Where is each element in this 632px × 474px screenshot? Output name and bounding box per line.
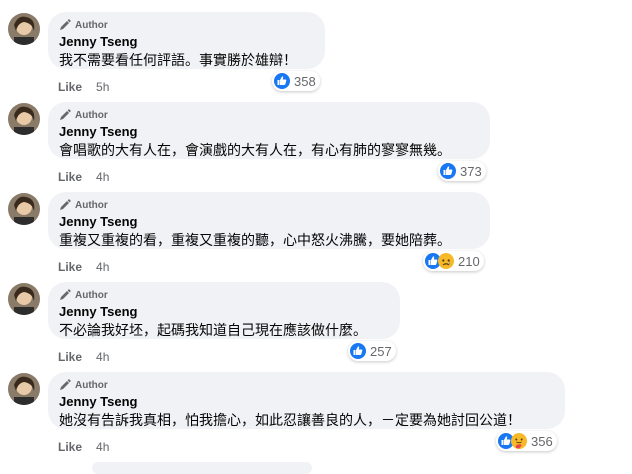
comment-text: 不必論我好坯，起碼我知道自己現在應該做什麼。: [59, 322, 367, 338]
pen-icon: [60, 109, 71, 120]
commenter-name[interactable]: Jenny Tseng: [59, 124, 478, 140]
avatar[interactable]: [8, 13, 40, 45]
avatar[interactable]: [8, 283, 40, 315]
reaction-summary[interactable]: 356: [496, 431, 557, 451]
comment-text: 她沒有告訴我真相，怕我擔心，如此忍讓善良的人，－定要為她討回公道！: [59, 412, 521, 428]
reaction-count: 210: [458, 253, 480, 269]
reaction-summary[interactable]: 358: [272, 71, 320, 91]
comment-text: 會唱歌的大有人在，會演戲的大有人在，有心有肺的寥寥無幾。: [59, 142, 451, 158]
like-reaction-icon: [274, 73, 290, 89]
comment-bubble: Author Jenny Tseng 我不需要看任何評語。事實勝於雄辯！: [48, 12, 325, 69]
author-badge: Author: [59, 18, 313, 32]
commenter-name[interactable]: Jenny Tseng: [59, 304, 388, 320]
commenter-name[interactable]: Jenny Tseng: [59, 394, 553, 410]
next-comment-bubble: [92, 462, 312, 474]
comment-item: Author Jenny Tseng 不必論我好坯，起碼我知道自己現在應該做什麼…: [0, 270, 632, 364]
reaction-count: 257: [370, 343, 392, 359]
comment-text: 重複又重複的看，重複又重複的聽，心中怒火沸騰，要她陪葬。: [59, 232, 451, 248]
reaction-count: 358: [294, 73, 316, 89]
care-reaction-icon: [511, 433, 527, 449]
reaction-summary[interactable]: 210: [423, 251, 484, 271]
pen-icon: [60, 289, 71, 300]
pen-icon: [60, 379, 71, 390]
author-badge: Author: [59, 108, 478, 122]
pen-icon: [60, 199, 71, 210]
comment-item: Author Jenny Tseng 我不需要看任何評語。事實勝於雄辯！ 358…: [0, 0, 632, 94]
pen-icon: [60, 19, 71, 30]
commenter-name[interactable]: Jenny Tseng: [59, 34, 313, 50]
sad-reaction-icon: [438, 253, 454, 269]
comment-item: Author Jenny Tseng 會唱歌的大有人在，會演戲的大有人在，有心有…: [0, 90, 632, 184]
like-reaction-icon: [440, 163, 456, 179]
comment-item: Author Jenny Tseng 重複又重複的看，重複又重複的聽，心中怒火沸…: [0, 180, 632, 274]
comment-item: Author Jenny Tseng 她沒有告訴我真相，怕我擔心，如此忍讓善良的…: [0, 360, 632, 454]
author-badge: Author: [59, 198, 478, 212]
comment-bubble: Author Jenny Tseng 不必論我好坯，起碼我知道自己現在應該做什麼…: [48, 282, 400, 339]
comment-bubble: Author Jenny Tseng 重複又重複的看，重複又重複的聽，心中怒火沸…: [48, 192, 490, 249]
comment-bubble: Author Jenny Tseng 她沒有告訴我真相，怕我擔心，如此忍讓善良的…: [48, 372, 565, 429]
author-badge: Author: [59, 378, 553, 392]
reaction-count: 356: [531, 433, 553, 449]
timestamp[interactable]: 4h: [96, 440, 109, 454]
author-label: Author: [75, 19, 108, 31]
avatar[interactable]: [8, 373, 40, 405]
like-button[interactable]: Like: [58, 440, 82, 454]
author-label: Author: [75, 379, 108, 391]
reaction-summary[interactable]: 373: [438, 161, 486, 181]
reaction-summary[interactable]: 257: [348, 341, 396, 361]
avatar[interactable]: [8, 103, 40, 135]
like-reaction-icon: [350, 343, 366, 359]
reaction-count: 373: [460, 163, 482, 179]
comment-text: 我不需要看任何評語。事實勝於雄辯！: [59, 52, 297, 68]
avatar[interactable]: [8, 193, 40, 225]
author-label: Author: [75, 289, 108, 301]
commenter-name[interactable]: Jenny Tseng: [59, 214, 478, 230]
author-label: Author: [75, 109, 108, 121]
author-label: Author: [75, 199, 108, 211]
comment-actions: Like 4h: [58, 439, 109, 455]
author-badge: Author: [59, 288, 388, 302]
comment-bubble: Author Jenny Tseng 會唱歌的大有人在，會演戲的大有人在，有心有…: [48, 102, 490, 159]
